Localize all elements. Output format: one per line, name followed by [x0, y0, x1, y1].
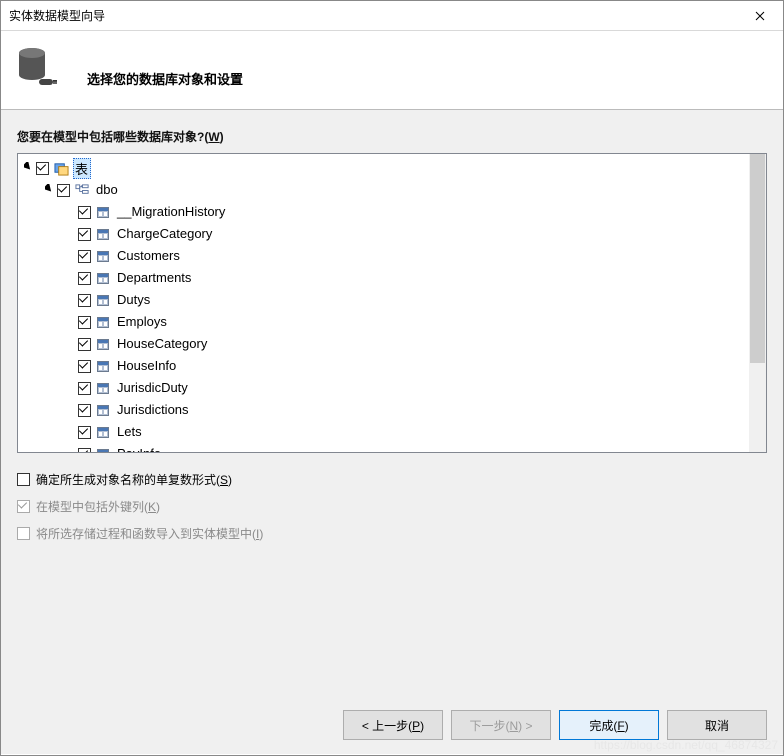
table-icon [95, 204, 111, 220]
prev-button[interactable]: < 上一步(P) [343, 710, 443, 740]
checkbox[interactable] [17, 473, 30, 486]
checkbox[interactable] [78, 316, 91, 329]
next-button: 下一步(N) > [451, 710, 551, 740]
tree-node-table[interactable]: ▸Employs [20, 311, 747, 333]
table-icon [95, 292, 111, 308]
window-title: 实体数据模型向导 [9, 7, 105, 24]
tree-node-label: Jurisdictions [115, 402, 192, 418]
table-icon [95, 336, 111, 352]
checkbox[interactable] [78, 272, 91, 285]
option-row: 在模型中包括外键列(K) [17, 498, 767, 515]
table-icon [95, 380, 111, 396]
option-row: 将所选存储过程和函数导入到实体模型中(I) [17, 525, 767, 542]
checkbox[interactable] [78, 360, 91, 373]
table-icon [95, 248, 111, 264]
table-icon [95, 226, 111, 242]
wizard-header: 选择您的数据库对象和设置 [1, 31, 783, 110]
option-label: 在模型中包括外键列(K) [36, 498, 160, 515]
checkbox[interactable] [78, 338, 91, 351]
expander-icon[interactable] [20, 162, 36, 174]
table-icon [95, 402, 111, 418]
checkbox[interactable] [78, 294, 91, 307]
tree-node-table[interactable]: ▸HouseCategory [20, 333, 747, 355]
tree-node-table[interactable]: ▸HouseInfo [20, 355, 747, 377]
tree-node-schema[interactable]: dbo [20, 179, 747, 201]
checkbox[interactable] [78, 228, 91, 241]
table-icon [95, 446, 111, 452]
tree-node-label: HouseInfo [115, 358, 179, 374]
schema-icon [74, 182, 90, 198]
tree-node-tables-root[interactable]: 表 [20, 157, 747, 179]
database-icon [17, 45, 59, 93]
tree-node-table[interactable]: ▸Customers [20, 245, 747, 267]
table-icon [95, 314, 111, 330]
tree-node-table[interactable]: ▸__MigrationHistory [20, 201, 747, 223]
tree-node-label: ChargeCategory [115, 226, 215, 242]
expander-icon[interactable] [41, 184, 57, 196]
checkbox[interactable] [78, 426, 91, 439]
question-suffix: ) [220, 130, 224, 144]
table-icon [95, 358, 111, 374]
checkbox[interactable] [78, 382, 91, 395]
tables-group-icon [53, 160, 69, 176]
tree-node-label: dbo [94, 182, 121, 198]
tree-node-table[interactable]: ▸Departments [20, 267, 747, 289]
options-group: 确定所生成对象名称的单复数形式(S) 在模型中包括外键列(K) 将所选存储过程和函数… [17, 471, 767, 542]
tree-node-label: Departments [115, 270, 194, 286]
close-button[interactable] [737, 1, 783, 31]
checkbox[interactable] [57, 184, 70, 197]
table-icon [95, 270, 111, 286]
checkbox [17, 500, 30, 513]
checkbox [17, 527, 30, 540]
wizard-buttons: < 上一步(P) 下一步(N) > 完成(F) 取消 [17, 690, 767, 740]
checkbox[interactable] [78, 250, 91, 263]
tree-node-label: HouseCategory [115, 336, 210, 352]
option-label: 确定所生成对象名称的单复数形式(S) [36, 471, 232, 488]
objects-question: 您要在模型中包括哪些数据库对象?(W) [17, 128, 767, 145]
checkbox[interactable] [78, 404, 91, 417]
cancel-button[interactable]: 取消 [667, 710, 767, 740]
checkbox[interactable] [78, 206, 91, 219]
tree-node-table[interactable]: ▸Dutys [20, 289, 747, 311]
tree-node-table[interactable]: ▸ChargeCategory [20, 223, 747, 245]
tree-node-table[interactable]: ▸JurisdicDuty [20, 377, 747, 399]
vertical-scrollbar[interactable] [749, 154, 766, 452]
tree-node-label: Dutys [115, 292, 153, 308]
objects-tree: 表 dbo ▸__MigrationHistory▸ChargeCategory… [17, 153, 767, 453]
tree-node-label: PayInfo [115, 446, 164, 452]
question-mnemonic: W [208, 130, 219, 144]
checkbox[interactable] [78, 448, 91, 453]
close-icon [755, 11, 765, 21]
tree-node-label: __MigrationHistory [115, 204, 228, 220]
tree-node-label: Customers [115, 248, 183, 264]
wizard-subtitle: 选择您的数据库对象和设置 [87, 51, 243, 88]
title-bar: 实体数据模型向导 [1, 1, 783, 31]
tree-node-label: Lets [115, 424, 145, 440]
tree-node-table[interactable]: ▸Jurisdictions [20, 399, 747, 421]
scroll-thumb[interactable] [750, 154, 765, 363]
tree-node-label: JurisdicDuty [115, 380, 191, 396]
tree-node-label: Employs [115, 314, 170, 330]
tree-node-table[interactable]: ▸Lets [20, 421, 747, 443]
checkbox[interactable] [36, 162, 49, 175]
tree-scroll-area[interactable]: 表 dbo ▸__MigrationHistory▸ChargeCategory… [18, 154, 749, 452]
table-icon [95, 424, 111, 440]
wizard-body: 您要在模型中包括哪些数据库对象?(W) 表 [1, 110, 783, 754]
tree-node-label: 表 [73, 158, 91, 179]
question-prefix: 您要在模型中包括哪些数据库对象?( [17, 130, 208, 144]
option-row[interactable]: 确定所生成对象名称的单复数形式(S) [17, 471, 767, 488]
option-label: 将所选存储过程和函数导入到实体模型中(I) [36, 525, 263, 542]
tree-node-table[interactable]: ▸PayInfo [20, 443, 747, 452]
finish-button[interactable]: 完成(F) [559, 710, 659, 740]
